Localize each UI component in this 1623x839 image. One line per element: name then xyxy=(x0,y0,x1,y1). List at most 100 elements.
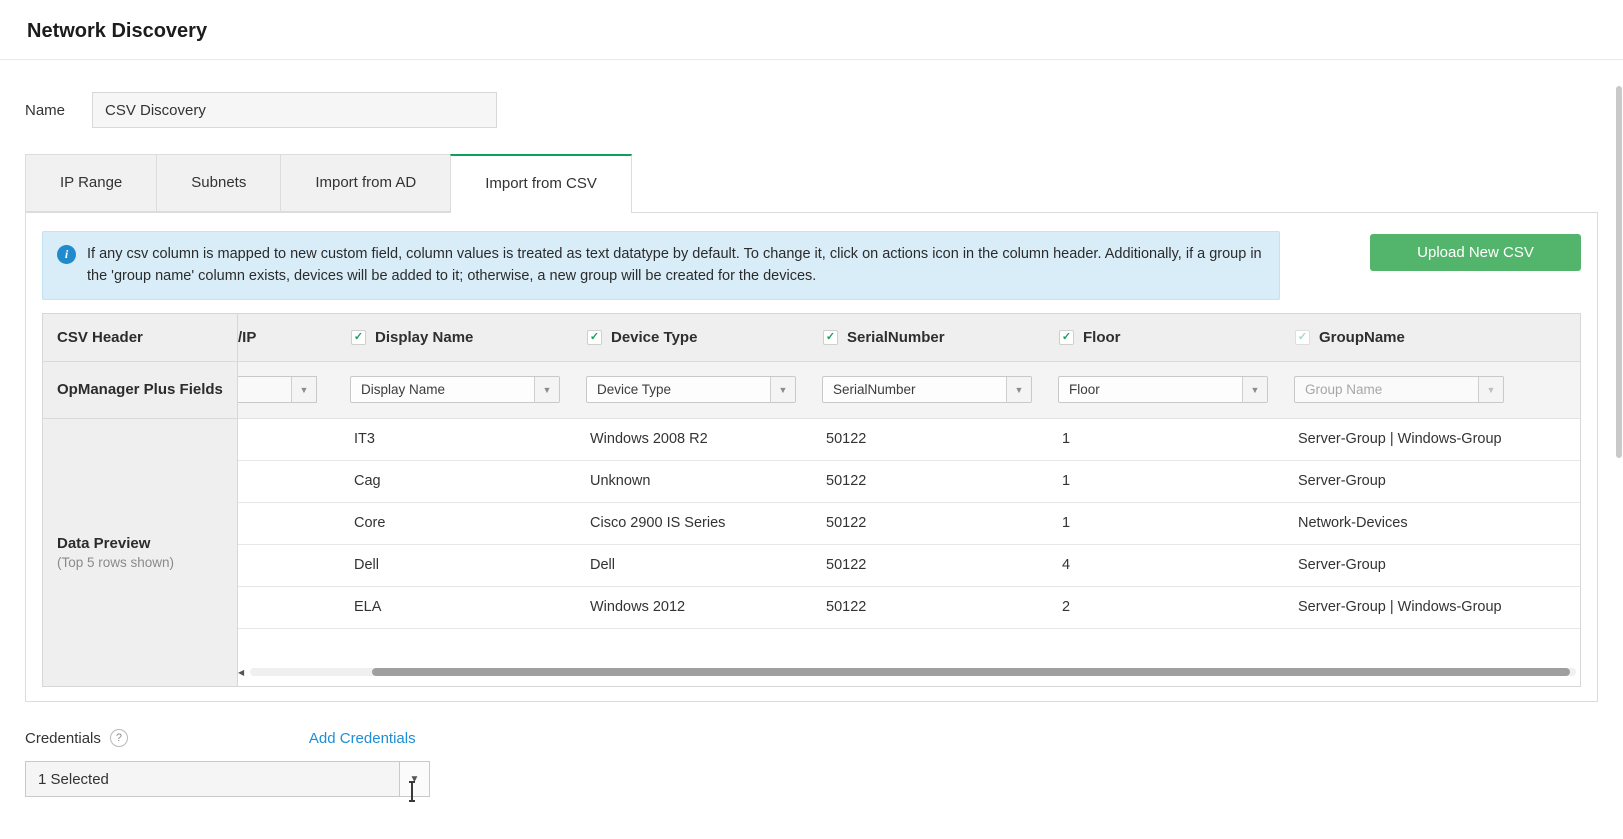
field-cell: Floor ▼ xyxy=(1046,376,1282,404)
vertical-scrollbar-thumb[interactable] xyxy=(1616,86,1622,458)
field-dropdown-serialnumber[interactable]: SerialNumber ▼ xyxy=(822,376,1032,404)
header-divider xyxy=(0,59,1623,60)
horizontal-scrollbar-thumb[interactable] xyxy=(372,668,1570,677)
field-cell: SerialNumber ▼ xyxy=(810,376,1046,404)
field-dropdown-label: Group Name xyxy=(1305,382,1383,398)
field-dropdown-label: Display Name xyxy=(361,382,446,398)
tab-ip-range[interactable]: IP Range xyxy=(25,154,158,212)
preview-row: ELA Windows 2012 50122 2 Server-Group | … xyxy=(238,586,1580,629)
horizontal-scrollbar-track[interactable] xyxy=(250,668,1576,677)
csv-header-row: /IP ✓ Display Name ✓ Device Type ✓ Seria… xyxy=(238,313,1580,362)
banner-row: i If any csv column is mapped to new cus… xyxy=(42,231,1581,300)
preview-cell: Windows 2008 R2 xyxy=(590,430,708,447)
field-cell: Device Type ▼ xyxy=(574,376,810,404)
preview-cell: Dell xyxy=(590,556,615,573)
chevron-down-icon[interactable]: ▼ xyxy=(1006,377,1031,403)
chevron-down-icon[interactable]: ▼ xyxy=(291,377,316,403)
column-header-label: GroupName xyxy=(1319,328,1405,346)
credentials-select[interactable]: 1 Selected ▼ xyxy=(25,761,430,797)
text-cursor-pointer xyxy=(409,781,415,802)
chevron-down-icon[interactable]: ▼ xyxy=(1242,377,1267,403)
data-preview-label: Data Preview (Top 5 rows shown) xyxy=(43,419,237,686)
info-banner-text: If any csv column is mapped to new custo… xyxy=(87,246,1262,285)
import-from-csv-panel: i If any csv column is mapped to new cus… xyxy=(25,212,1598,702)
preview-cell: ELA xyxy=(354,598,382,615)
tab-import-from-ad[interactable]: Import from AD xyxy=(280,154,452,212)
field-cell: ▼ xyxy=(238,376,338,404)
field-dropdown-label: Floor xyxy=(1069,382,1100,398)
preview-cell: IT3 xyxy=(354,430,375,447)
column-checkbox[interactable]: ✓ xyxy=(1059,329,1074,345)
scroll-left-icon[interactable]: ◀ xyxy=(238,668,250,677)
opmanager-fields-label: OpManager Plus Fields xyxy=(43,362,237,419)
add-credentials-link[interactable]: Add Credentials xyxy=(309,730,416,747)
data-preview-note: (Top 5 rows shown) xyxy=(57,554,175,570)
preview-row: Dell Dell 50122 4 Server-Group xyxy=(238,544,1580,587)
column-header-groupname: ✓ GroupName xyxy=(1282,329,1580,346)
preview-cell: 50122 xyxy=(826,430,867,447)
field-dropdown-name-ip[interactable]: ▼ xyxy=(238,376,317,404)
column-checkbox[interactable]: ✓ xyxy=(823,329,838,345)
preview-cell: Server-Group | Windows-Group xyxy=(1298,430,1502,447)
column-header-label: Display Name xyxy=(375,328,474,346)
chevron-down-icon[interactable]: ▼ xyxy=(399,762,429,796)
preview-cell: 1 xyxy=(1062,430,1071,447)
data-preview-title: Data Preview xyxy=(57,534,151,552)
field-dropdown-label: Device Type xyxy=(597,382,672,398)
preview-cell: Dell xyxy=(354,556,379,573)
field-dropdown-display-name[interactable]: Display Name ▼ xyxy=(350,376,560,404)
tab-subnets[interactable]: Subnets xyxy=(156,154,282,212)
preview-cell: 2 xyxy=(1062,598,1071,615)
chevron-down-icon[interactable]: ▼ xyxy=(770,377,795,403)
field-cell: Group Name ▼ xyxy=(1282,376,1580,404)
credentials-row: Credentials ? Add Credentials xyxy=(25,729,1623,747)
field-mapping-row: ▼ Display Name ▼ Device Type ▼ SerialNum… xyxy=(238,361,1580,419)
preview-cell: 1 xyxy=(1062,514,1071,531)
csv-mapping-table: CSV Header OpManager Plus Fields Data Pr… xyxy=(42,312,1581,687)
info-icon: i xyxy=(57,245,76,264)
preview-cell: Unknown xyxy=(590,472,651,489)
preview-cell: 50122 xyxy=(826,472,867,489)
name-row: Name xyxy=(25,92,1623,128)
preview-row: IT3 Windows 2008 R2 50122 1 Server-Group… xyxy=(238,418,1580,461)
field-cell: Display Name ▼ xyxy=(338,376,574,404)
preview-cell: 50122 xyxy=(826,556,867,573)
preview-cell: Server-Group | Windows-Group xyxy=(1298,598,1502,615)
name-label: Name xyxy=(25,101,66,119)
preview-cell: 50122 xyxy=(826,514,867,531)
chevron-down-icon[interactable]: ▼ xyxy=(1478,377,1503,403)
preview-cell: Windows 2012 xyxy=(590,598,686,615)
field-dropdown-group-name[interactable]: Group Name ▼ xyxy=(1294,376,1504,404)
horizontal-scrollbar: ◀ xyxy=(238,668,1576,677)
field-dropdown-floor[interactable]: Floor ▼ xyxy=(1058,376,1268,404)
column-header-display-name: ✓ Display Name xyxy=(338,329,574,346)
column-checkbox[interactable]: ✓ xyxy=(587,329,602,345)
column-checkbox[interactable]: ✓ xyxy=(351,329,366,345)
column-header-label: SerialNumber xyxy=(847,328,945,346)
preview-cell: Cisco 2900 IS Series xyxy=(590,514,726,531)
field-dropdown-device-type[interactable]: Device Type ▼ xyxy=(586,376,796,404)
field-dropdown-label: SerialNumber xyxy=(833,382,916,398)
column-header-floor: ✓ Floor xyxy=(1046,329,1282,346)
credentials-label: Credentials xyxy=(25,729,101,747)
chevron-down-icon[interactable]: ▼ xyxy=(534,377,559,403)
preview-cell: Server-Group xyxy=(1298,556,1386,573)
column-header-label: Floor xyxy=(1083,328,1121,346)
column-header-serialnumber: ✓ SerialNumber xyxy=(810,329,1046,346)
mapping-columns-area: /IP ✓ Display Name ✓ Device Type ✓ Seria… xyxy=(238,313,1580,686)
column-checkbox-disabled[interactable]: ✓ xyxy=(1295,329,1310,345)
tab-import-from-csv[interactable]: Import from CSV xyxy=(450,154,632,213)
discovery-name-input[interactable] xyxy=(92,92,497,128)
column-header-label: Device Type xyxy=(611,328,698,346)
upload-new-csv-button[interactable]: Upload New CSV xyxy=(1370,234,1581,271)
help-icon[interactable]: ? xyxy=(109,729,128,747)
preview-cell: 1 xyxy=(1062,472,1071,489)
page-title: Network Discovery xyxy=(27,20,208,42)
credentials-selected-value: 1 Selected xyxy=(38,770,109,788)
preview-cell: Cag xyxy=(354,472,381,489)
info-banner: i If any csv column is mapped to new cus… xyxy=(42,231,1280,300)
column-header-label: /IP xyxy=(238,328,257,346)
column-header-name-ip: /IP xyxy=(238,329,338,346)
column-header-device-type: ✓ Device Type xyxy=(574,329,810,346)
tab-bar: IP Range Subnets Import from AD Import f… xyxy=(25,154,1623,213)
